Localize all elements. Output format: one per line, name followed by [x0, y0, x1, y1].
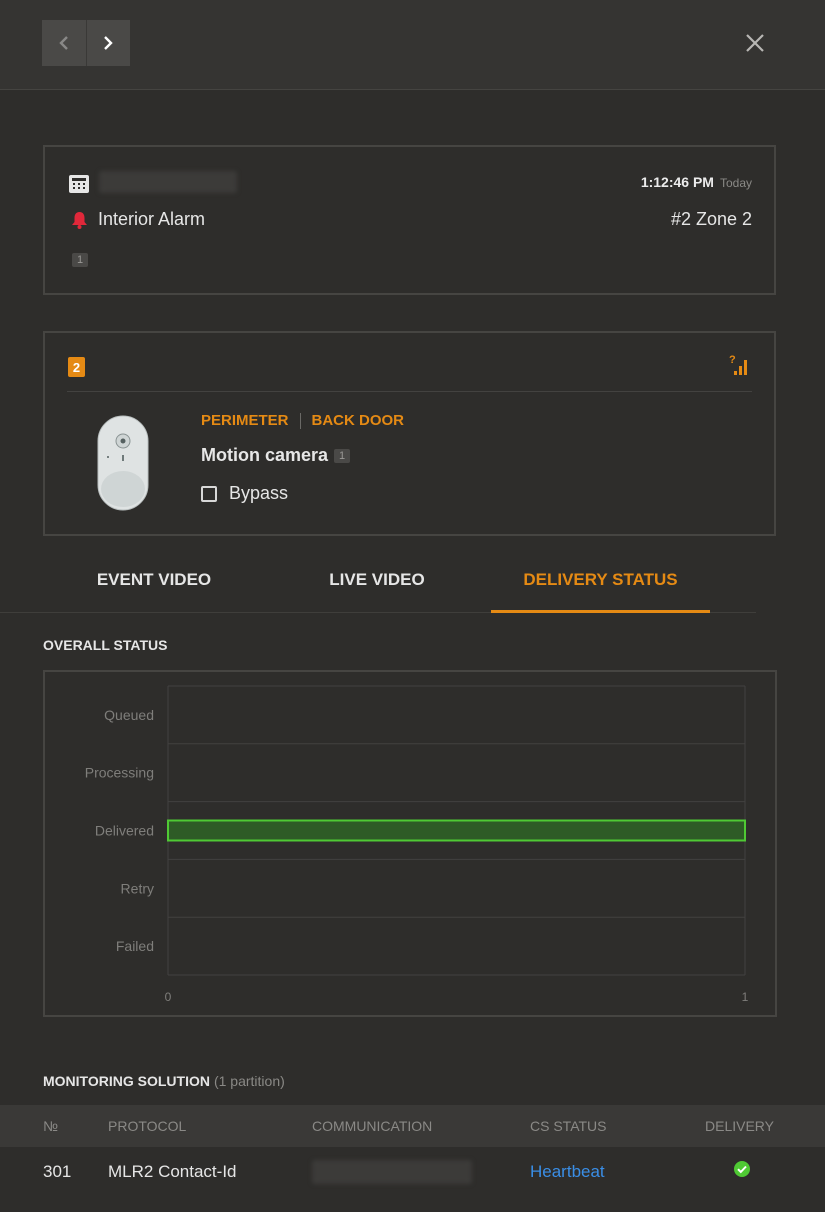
group-perimeter[interactable]: PERIMETER	[201, 412, 289, 429]
partition-badge: 1	[72, 253, 89, 267]
card-divider	[67, 391, 752, 392]
close-icon	[746, 34, 764, 52]
column-delivery: DELIVERY	[705, 1118, 774, 1134]
navigation-group	[42, 20, 130, 66]
device-badge: 1	[334, 448, 351, 463]
monitoring-title: MONITORING SOLUTION	[43, 1073, 210, 1089]
event-day: Today	[719, 176, 752, 190]
y-tick-label: Failed	[116, 938, 154, 954]
zone-label: #2 Zone 2	[670, 209, 752, 229]
redacted-device-name	[99, 171, 237, 193]
y-tick-label: Queued	[104, 707, 154, 723]
monitoring-subtitle: (1 partition)	[213, 1073, 285, 1089]
alarm-type: Interior Alarm	[71, 209, 205, 230]
bypass-label: Bypass	[229, 483, 289, 503]
x-tick-label: 1	[742, 990, 749, 1004]
x-tick-label: 0	[165, 990, 172, 1004]
device-name: Motion camera 1	[201, 445, 351, 466]
svg-text:?: ?	[729, 354, 736, 366]
column-communication: COMMUNICATION	[312, 1118, 433, 1134]
tab-bar: EVENT VIDEO LIVE VIDEO DELIVERY STATUS	[0, 548, 756, 613]
row-cs-status-link[interactable]: Heartbeat	[530, 1147, 605, 1197]
alarm-type-label: Interior Alarm	[98, 209, 206, 229]
previous-button[interactable]	[42, 20, 87, 66]
tab-delivery-status[interactable]: DELIVERY STATUS	[491, 548, 710, 613]
device-name-label: Motion camera	[201, 445, 329, 465]
motion-camera-image	[97, 415, 149, 511]
event-time: 1:12:46 PM Today	[640, 174, 752, 190]
y-tick-label: Delivered	[95, 823, 154, 839]
y-tick-label: Processing	[85, 765, 154, 781]
zone-groups: PERIMETER BACK DOOR	[201, 412, 404, 429]
group-back-door[interactable]: BACK DOOR	[312, 412, 405, 429]
column-protocol: PROTOCOL	[108, 1118, 187, 1134]
row-protocol: MLR2 Contact-Id	[108, 1162, 237, 1181]
zone-number-badge: 2	[68, 357, 85, 377]
monitoring-solution-title: MONITORING SOLUTION (1 partition)	[43, 1073, 285, 1089]
y-tick-label: Retry	[121, 880, 154, 896]
close-button[interactable]	[740, 28, 770, 58]
bypass-checkbox-box[interactable]	[201, 485, 217, 502]
status-chart-svg: Queued Processing Delivered Retry Failed 0 1	[85, 685, 749, 1004]
column-cs-status: CS STATUS	[530, 1118, 607, 1134]
redacted-communication	[312, 1160, 472, 1184]
group-separator	[299, 412, 301, 429]
bypass-checkbox[interactable]: Bypass	[201, 483, 288, 504]
keypad-icon	[69, 175, 89, 193]
chevron-right-icon	[104, 36, 113, 50]
bar-delivered	[167, 819, 746, 842]
overall-status-title: OVERALL STATUS	[43, 637, 168, 653]
chevron-left-icon	[59, 36, 68, 50]
top-bar	[0, 0, 825, 90]
table-header: № PROTOCOL COMMUNICATION CS STATUS DELIV…	[0, 1105, 825, 1147]
column-number: №	[43, 1118, 59, 1134]
overall-status-chart: Queued Processing Delivered Retry Failed 0 1	[43, 670, 777, 1017]
check-circle-icon	[734, 1161, 750, 1177]
row-number: 301	[43, 1162, 72, 1181]
event-card: 1:12:46 PM Today Interior Alarm #2 Zone 2…	[43, 145, 776, 295]
bell-icon	[72, 211, 87, 229]
signal-unknown-icon: ?	[729, 354, 747, 375]
table-row: 301 MLR2 Contact-Id Heartbeat	[0, 1147, 825, 1197]
tab-event-video[interactable]: EVENT VIDEO	[46, 548, 262, 612]
next-button[interactable]	[86, 20, 130, 66]
zone-card: 2 ? PERIMETER BACK DOOR Motion camera 1 …	[43, 331, 776, 536]
tab-live-video[interactable]: LIVE VIDEO	[269, 548, 485, 612]
